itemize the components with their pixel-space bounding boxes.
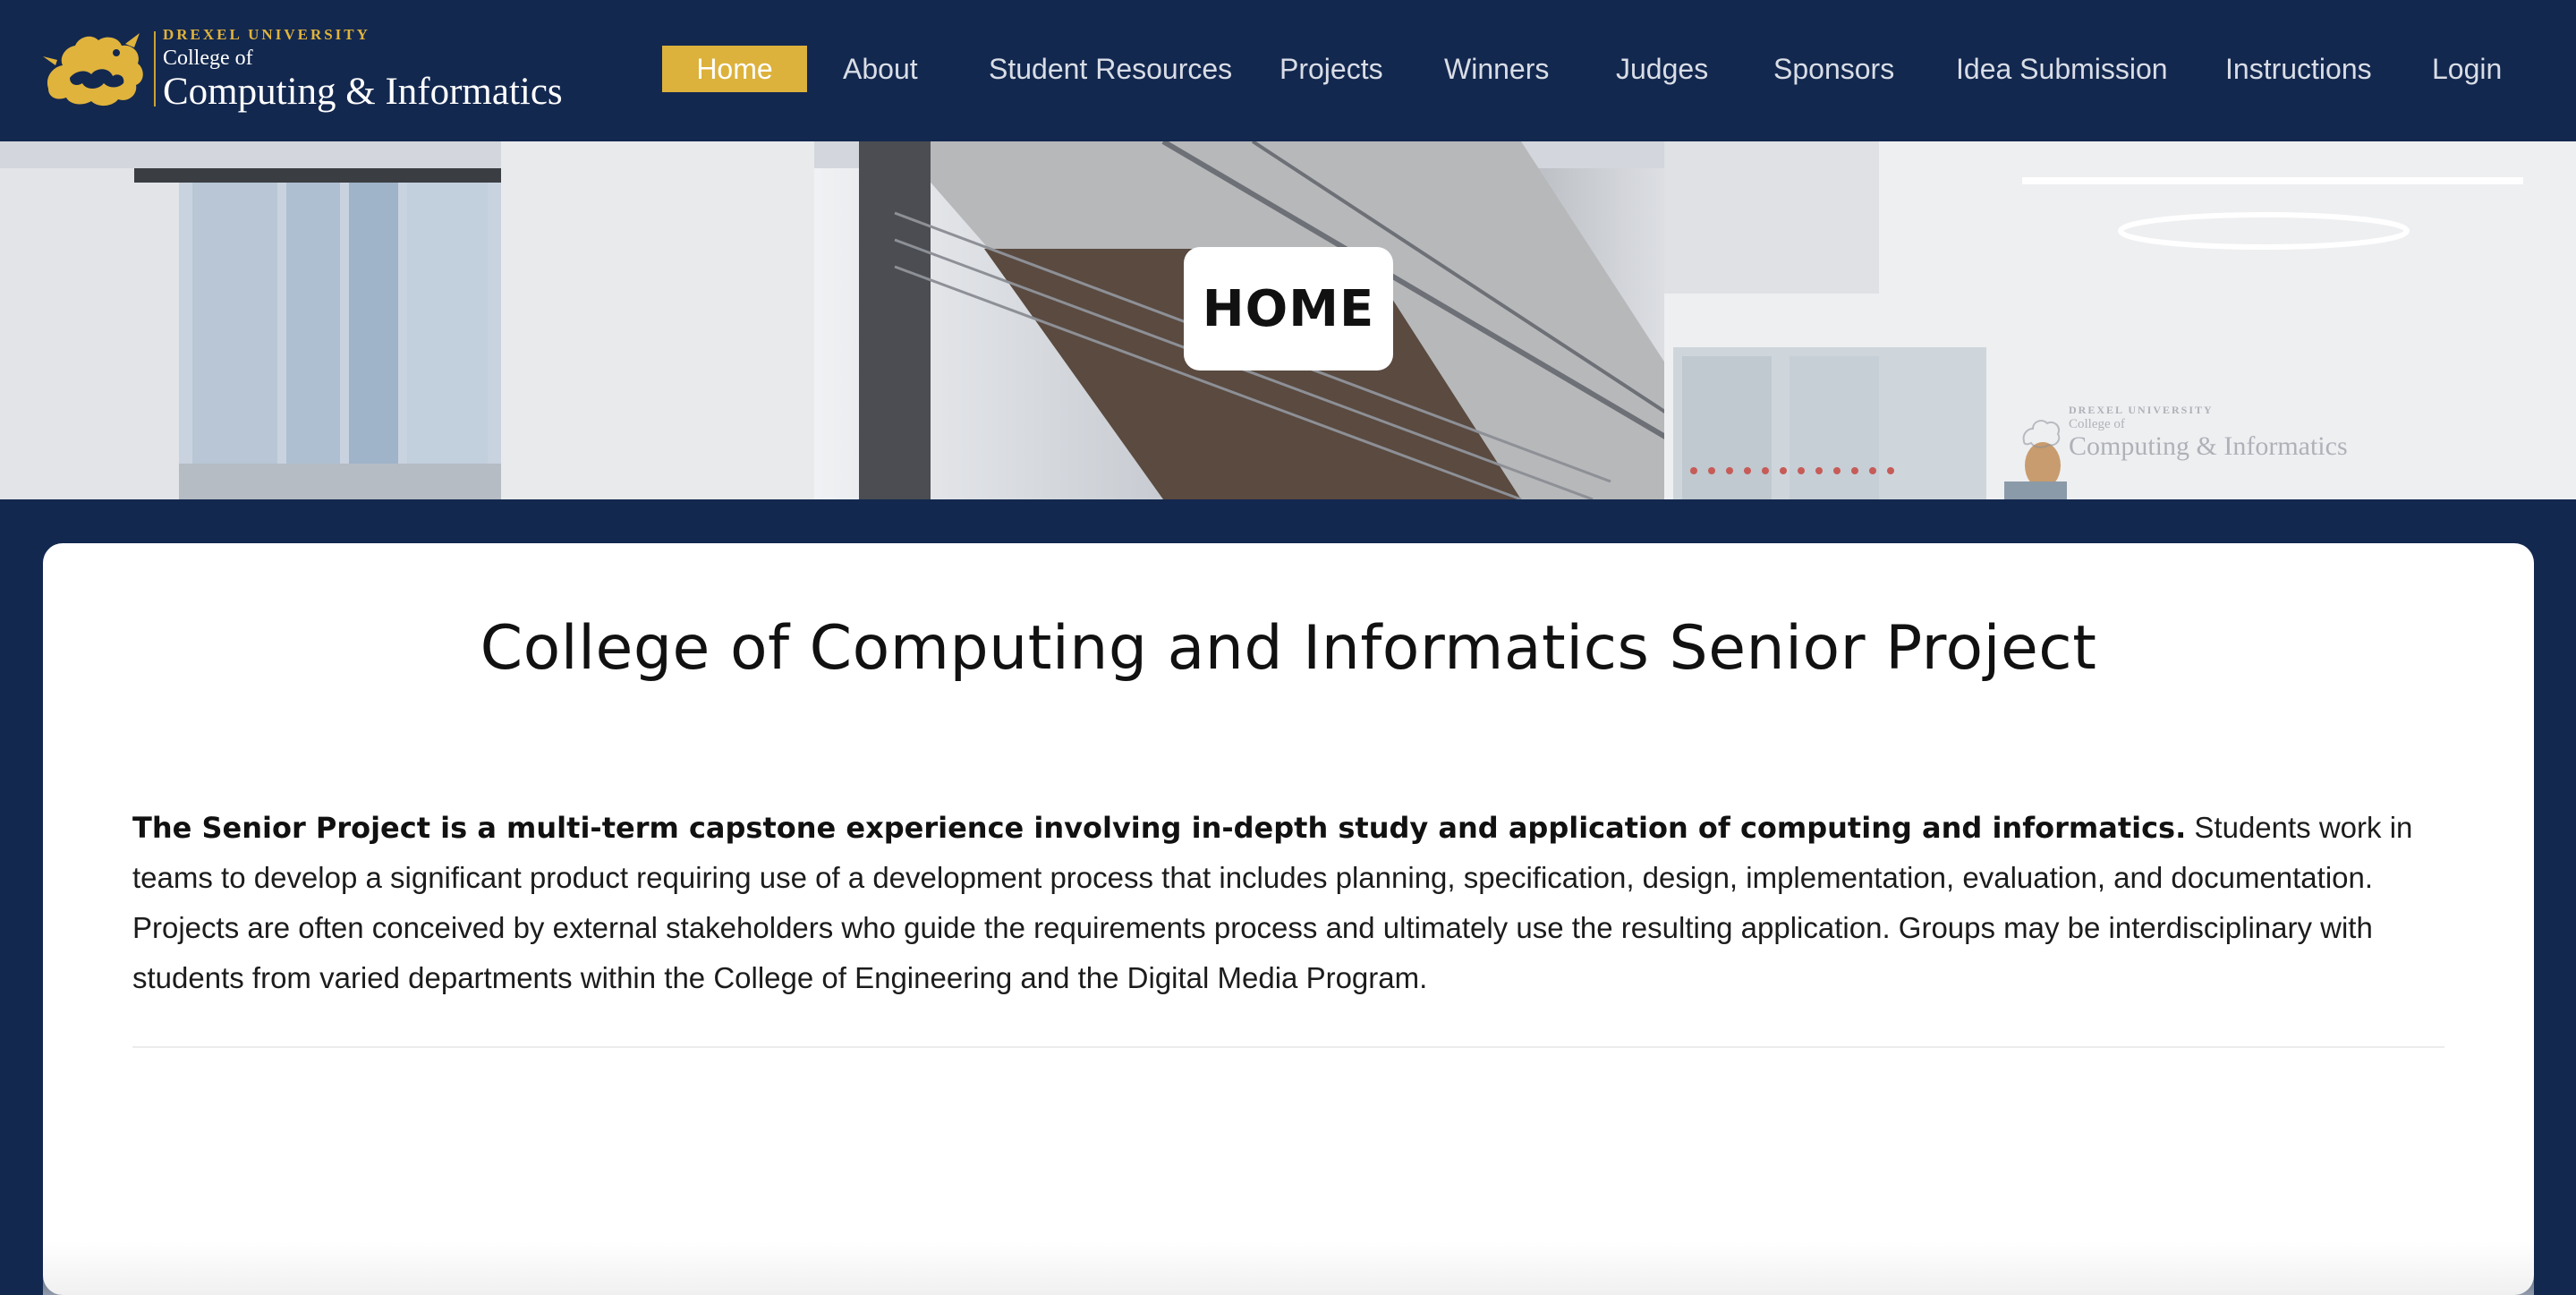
nav-idea-submission[interactable]: Idea Submission (1956, 46, 2168, 92)
site-logo[interactable]: DREXEL UNIVERSITY College of Computing &… (39, 23, 576, 115)
content-card: College of Computing and Informatics Sen… (43, 543, 2534, 1295)
content-divider (132, 1046, 2444, 1048)
intro-paragraph: The Senior Project is a multi-term capst… (132, 803, 2459, 1003)
nav-instructions[interactable]: Instructions (2225, 46, 2372, 92)
intro-lead: The Senior Project is a multi-term capst… (132, 811, 2187, 845)
logo-text: DREXEL UNIVERSITY College of Computing &… (163, 27, 563, 111)
nav-login[interactable]: Login (2432, 46, 2502, 92)
hero-title-box: HOME (1184, 247, 1393, 371)
nav-projects[interactable]: Projects (1279, 46, 1383, 92)
nav-about[interactable]: About (843, 46, 918, 92)
card-bottom-shadow (43, 1241, 2534, 1295)
logo-college-of: College of (163, 47, 253, 70)
wall-dragon-logo-icon (2022, 420, 2061, 448)
hero-title: HOME (1202, 279, 1375, 338)
page-title: College of Computing and Informatics Sen… (480, 613, 2097, 684)
nav-sponsors[interactable]: Sponsors (1773, 46, 1894, 92)
logo-university: DREXEL UNIVERSITY (163, 26, 370, 43)
wall-logo-college-of: College of (2069, 417, 2125, 431)
nav-judges[interactable]: Judges (1616, 46, 1708, 92)
nav-home[interactable]: Home (662, 46, 807, 92)
wall-logo-name: Computing & Informatics (2069, 431, 2348, 461)
site-header: DREXEL UNIVERSITY College of Computing &… (0, 0, 2576, 141)
logo-divider (154, 31, 156, 106)
drexel-dragon-logo-icon (43, 33, 143, 106)
nav-winners[interactable]: Winners (1444, 46, 1549, 92)
hero-wall-logo: DREXEL UNIVERSITY College of Computing &… (2020, 405, 2348, 460)
wall-logo-university: DREXEL UNIVERSITY (2069, 404, 2214, 416)
nav-student-resources[interactable]: Student Resources (989, 46, 1232, 92)
hero-banner: DREXEL UNIVERSITY College of Computing &… (0, 141, 2576, 499)
logo-college-name: Computing & Informatics (163, 71, 563, 113)
